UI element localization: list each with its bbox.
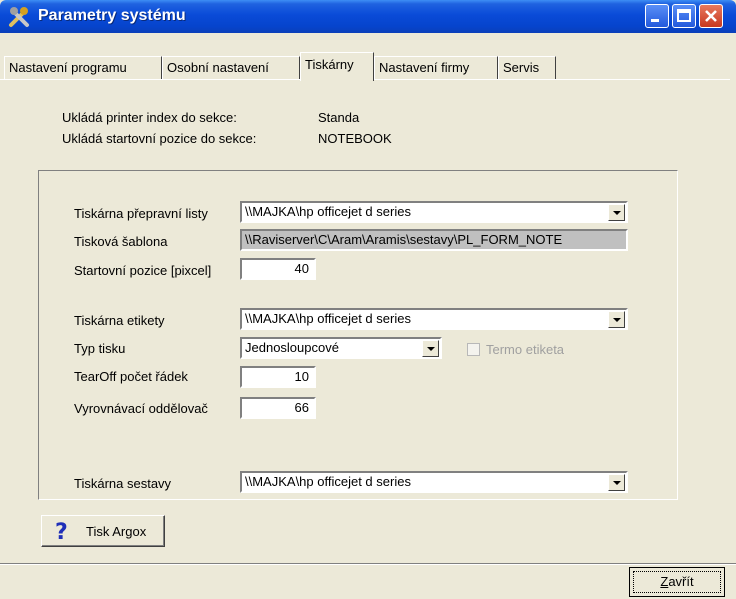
- report-printer-value: \\MAJKA\hp officejet d series: [245, 474, 411, 489]
- thermo-label-text: Termo etiketa: [486, 342, 565, 357]
- window-title: Parametry systému: [38, 7, 186, 24]
- template-field[interactable]: \\Raviserver\C\Aram\Aramis\sestavy\PL_FO…: [240, 229, 628, 251]
- tab-label: Nastavení firmy: [379, 60, 470, 75]
- printer-index-label: Ukládá printer index do sekce:: [62, 110, 237, 125]
- tab-nastaveni-programu[interactable]: Nastavení programu: [4, 56, 162, 80]
- template-label: Tisková šablona: [74, 234, 168, 249]
- tisk-argox-label: Tisk Argox: [86, 524, 147, 539]
- chevron-down-icon[interactable]: [608, 311, 625, 328]
- chevron-down-icon[interactable]: [608, 474, 625, 491]
- zavrit-label-rest: avřít: [668, 574, 694, 589]
- tearoff-input[interactable]: 10: [240, 366, 316, 388]
- tab-nastaveni-firmy[interactable]: Nastavení firmy: [374, 56, 498, 80]
- report-printer-label: Tiskárna sestavy: [74, 476, 172, 491]
- start-pos-section-label: Ukládá startovní pozice do sekce:: [62, 131, 257, 146]
- tab-label: Osobní nastavení: [167, 60, 269, 75]
- parametry-window: Parametry systému Nastavení programu Oso…: [0, 0, 736, 599]
- tools-icon: [8, 6, 30, 28]
- label-printer-select[interactable]: \\MAJKA\hp officejet d series: [240, 308, 628, 330]
- shipping-printer-label: Tiskárna přepravní listy: [74, 206, 208, 221]
- separator-label: Vyrovnávací oddělovač: [74, 401, 208, 416]
- zavrit-button[interactable]: Zavřít: [629, 567, 725, 597]
- template-value: \\Raviserver\C\Aram\Aramis\sestavy\PL_FO…: [245, 232, 563, 247]
- tab-osobni-nastaveni[interactable]: Osobní nastavení: [162, 56, 300, 80]
- title-bar[interactable]: Parametry systému: [0, 0, 736, 33]
- help-question-icon: ?: [55, 520, 68, 545]
- chevron-down-icon[interactable]: [608, 204, 625, 221]
- thermo-label-checkbox[interactable]: [467, 343, 480, 356]
- tab-label: Servis: [503, 60, 540, 75]
- tab-tiskarny[interactable]: Tiskárny: [300, 52, 374, 81]
- shipping-printer-value: \\MAJKA\hp officejet d series: [245, 204, 411, 219]
- shipping-printer-select[interactable]: \\MAJKA\hp officejet d series: [240, 201, 628, 223]
- tearoff-label: TearOff počet řádek: [74, 369, 188, 384]
- chevron-down-icon[interactable]: [422, 340, 439, 357]
- start-pos-input[interactable]: 40: [240, 258, 316, 280]
- zavrit-label: Zavřít: [630, 574, 724, 589]
- tisk-argox-button[interactable]: ? Tisk Argox: [41, 515, 165, 547]
- report-printer-select[interactable]: \\MAJKA\hp officejet d series: [240, 471, 628, 493]
- tab-label: Nastavení programu: [9, 60, 127, 75]
- separator-input[interactable]: 66: [240, 397, 316, 419]
- print-type-value: Jednosloupcové: [245, 340, 339, 355]
- start-pos-label: Startovní pozice [pixcel]: [74, 263, 212, 278]
- minimize-icon[interactable]: [645, 4, 669, 28]
- printer-index-value: Standa: [318, 110, 360, 125]
- maximize-icon[interactable]: [672, 4, 696, 28]
- close-icon[interactable]: [699, 4, 723, 28]
- tab-servis[interactable]: Servis: [498, 56, 556, 80]
- label-printer-label: Tiskárna etikety: [74, 313, 165, 328]
- start-pos-section-value: NOTEBOOK: [318, 131, 392, 146]
- tab-label: Tiskárny: [305, 57, 354, 72]
- print-type-select[interactable]: Jednosloupcové: [240, 337, 442, 359]
- label-printer-value: \\MAJKA\hp officejet d series: [245, 311, 411, 326]
- print-type-label: Typ tisku: [74, 341, 126, 356]
- bottom-divider: [0, 563, 736, 565]
